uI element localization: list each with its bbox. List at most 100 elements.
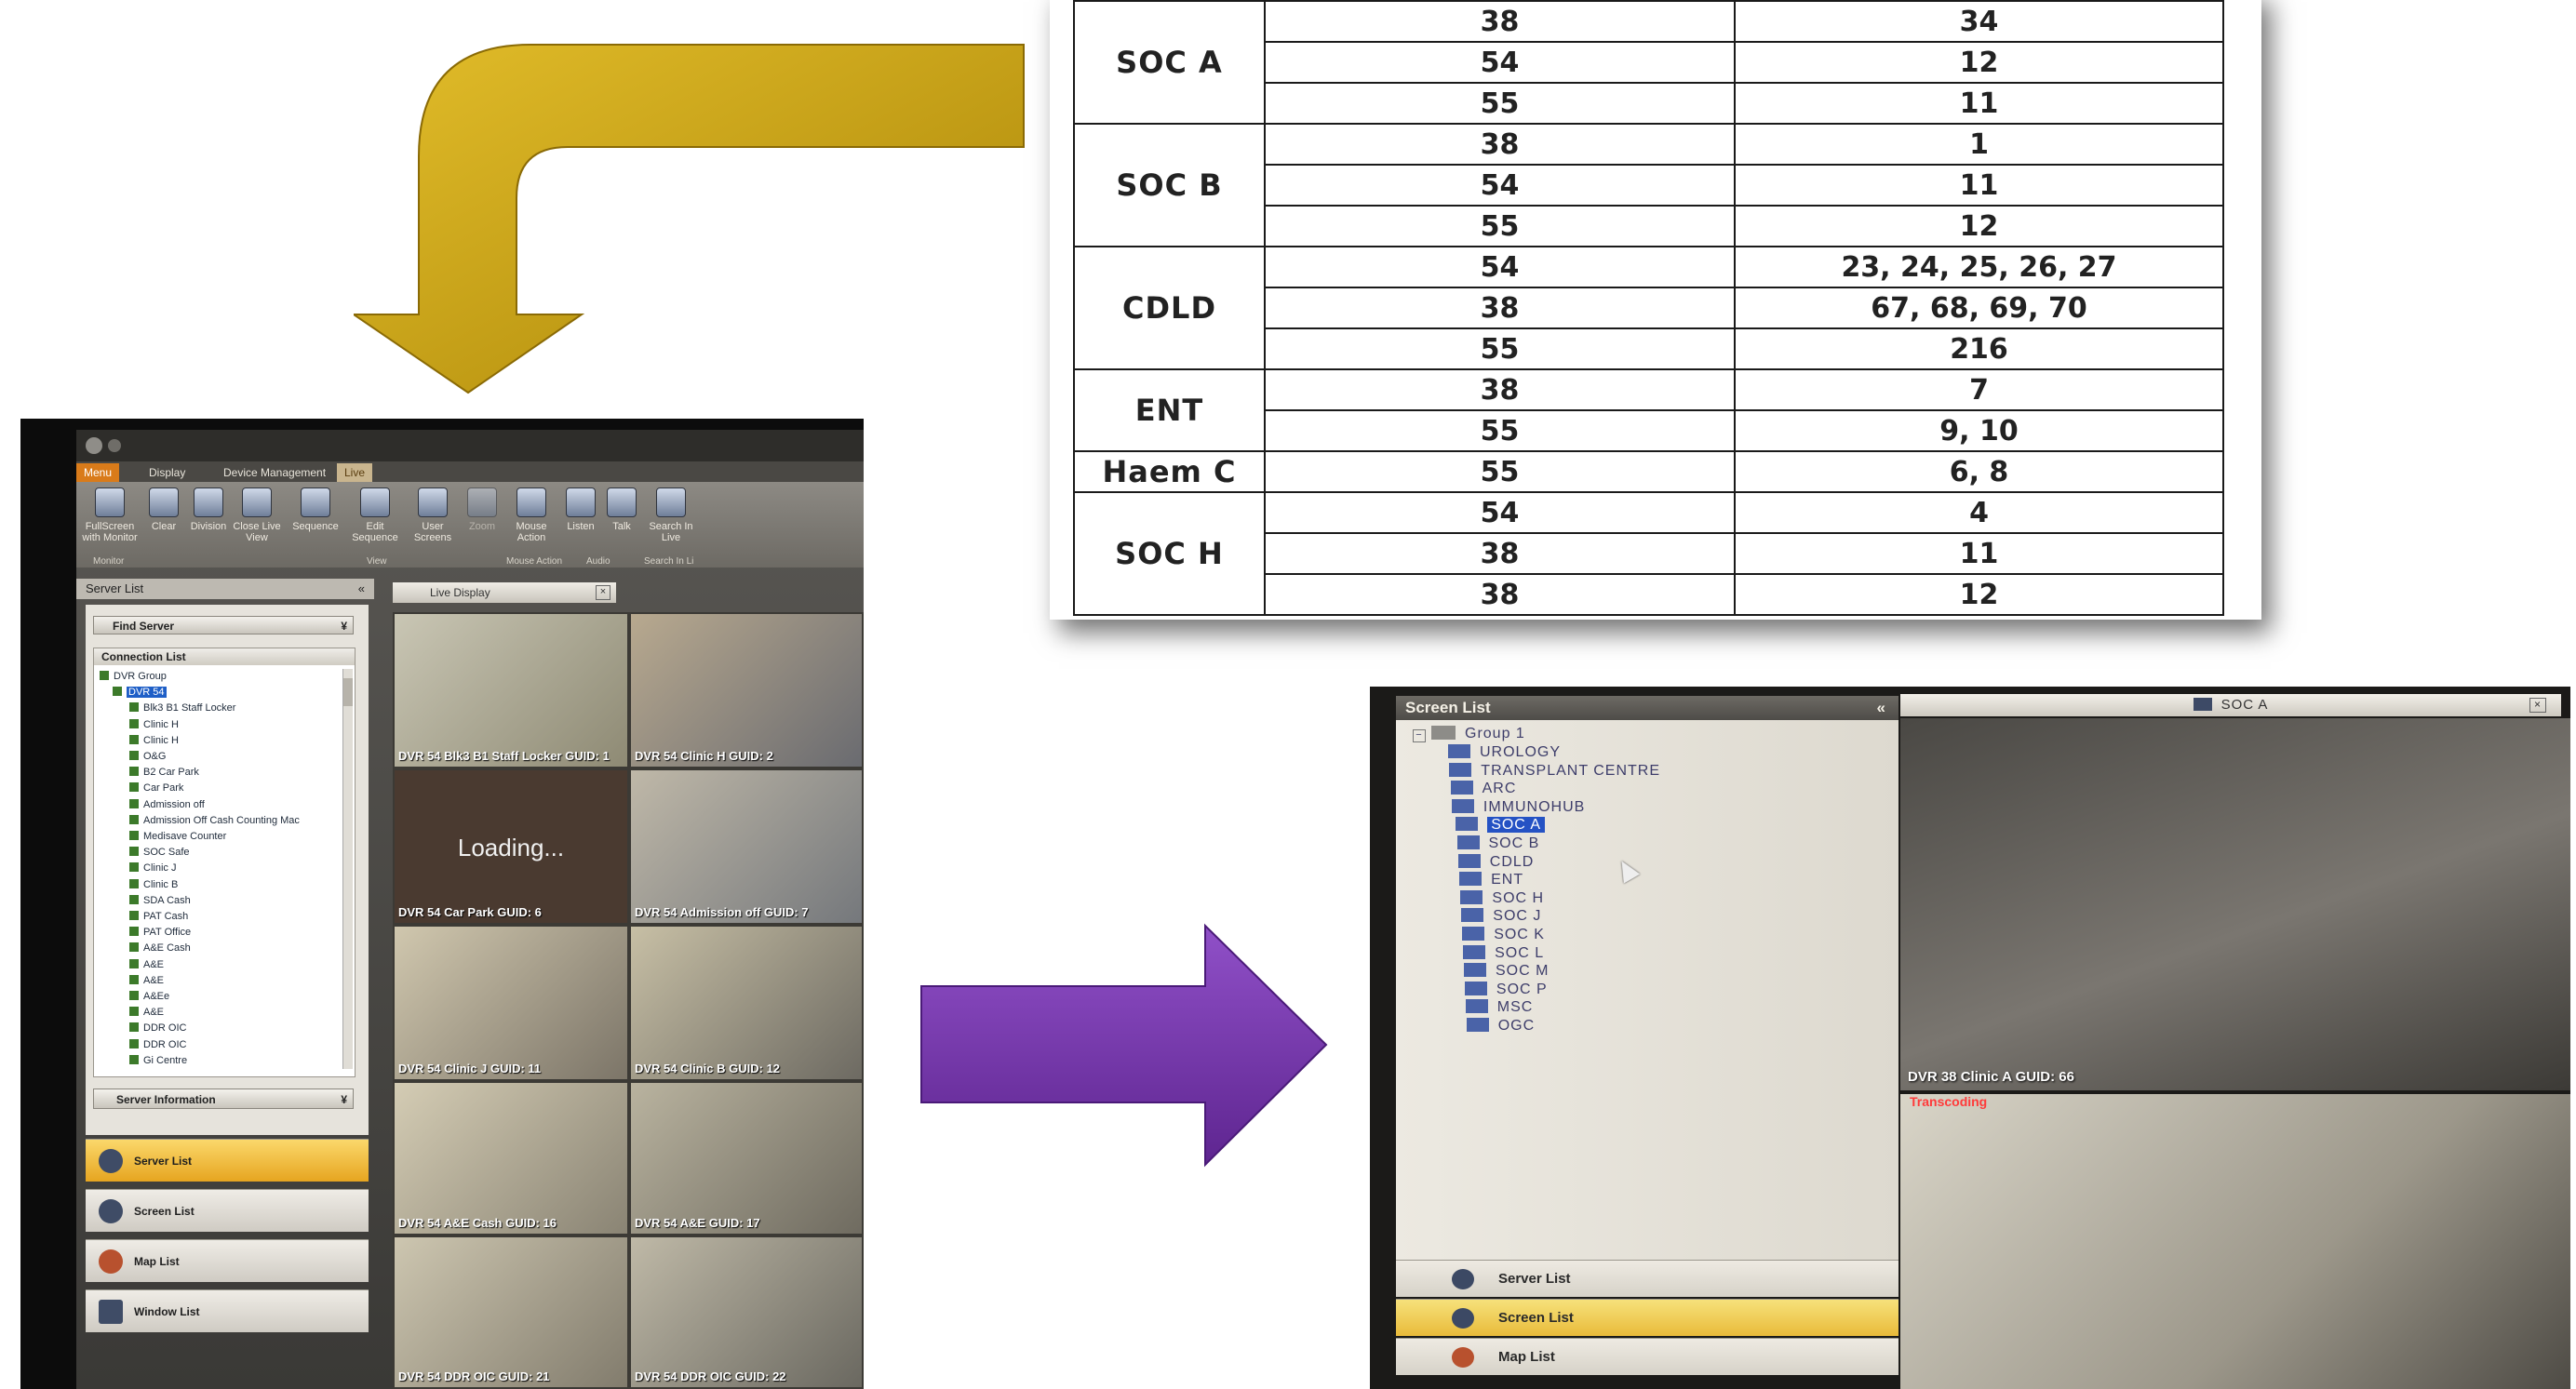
camera-tile[interactable]: Loading... DVR 54 Car Park GUID: 6: [393, 768, 629, 925]
search-in-live-button[interactable]: Search In Live: [646, 487, 696, 543]
tree-camera-node[interactable]: A&E: [129, 973, 164, 989]
tree-camera-node[interactable]: Car Park: [129, 781, 183, 796]
tree-camera-node[interactable]: Admission Off Cash Counting Mac: [129, 813, 300, 829]
live-display-tab[interactable]: Live Display ×: [393, 582, 616, 603]
tree-camera-node[interactable]: DDR OIC: [129, 1021, 186, 1036]
camera-icon: [129, 734, 139, 744]
nav-map-list[interactable]: Map List: [1396, 1338, 1898, 1375]
close-tab-icon[interactable]: ×: [2529, 698, 2546, 713]
tree-node-label: Clinic H: [143, 718, 179, 730]
tab-menu[interactable]: Menu: [76, 463, 120, 482]
tree-camera-node[interactable]: A&E: [129, 957, 164, 973]
listen-button[interactable]: Listen: [560, 487, 601, 532]
collapse-panel-icon[interactable]: «: [1877, 696, 1885, 720]
tree-camera-node[interactable]: Clinic B: [129, 877, 178, 893]
camera-tile[interactable]: DVR 54 Clinic J GUID: 11: [393, 925, 629, 1081]
fullscreen-button[interactable]: FullScreen with Monitor: [82, 487, 138, 543]
nav-screen-list[interactable]: Screen List: [86, 1189, 369, 1232]
collapse-panel-icon[interactable]: «: [358, 579, 365, 599]
screen-list-item[interactable]: MSC: [1465, 999, 1534, 1015]
mouse-action-button[interactable]: Mouse Action: [506, 487, 557, 543]
sequence-button[interactable]: Sequence: [288, 487, 342, 532]
screen-list-item[interactable]: SOC K: [1462, 927, 1545, 942]
tree-camera-node[interactable]: PAT Office: [129, 925, 191, 941]
camera-tile[interactable]: DVR 54 A&E GUID: 17: [629, 1081, 864, 1235]
camera-tile[interactable]: DVR 54 Clinic H GUID: 2: [629, 612, 864, 768]
scrollbar-thumb[interactable]: [343, 678, 353, 706]
nav-map-list[interactable]: Map List: [86, 1239, 369, 1282]
division-button[interactable]: Division: [186, 487, 231, 532]
tree-camera-node[interactable]: SDA Cash: [129, 893, 191, 909]
tree-camera-node[interactable]: Medisave Counter: [129, 829, 226, 845]
camera-icon: [129, 782, 139, 793]
camera-tile[interactable]: Transcoding: [1900, 1094, 2570, 1389]
camera-tile[interactable]: DVR 38 Clinic A GUID: 66: [1900, 718, 2570, 1090]
tab-live[interactable]: Live: [337, 463, 373, 482]
camera-tile[interactable]: DVR 54 DDR OIC GUID: 21: [393, 1235, 629, 1389]
nav-server-list-label: Server List: [134, 1155, 193, 1168]
screen-list-item[interactable]: SOC J: [1461, 908, 1541, 924]
screen-list-item[interactable]: SOC H: [1460, 889, 1544, 906]
edit-sequence-button[interactable]: Edit Sequence: [348, 487, 402, 543]
camera-tile[interactable]: DVR 54 A&E Cash GUID: 16: [393, 1081, 629, 1235]
close-live-view-button[interactable]: Close Live View: [231, 487, 283, 543]
nav-screen-list[interactable]: Screen List: [1396, 1299, 1898, 1336]
talk-button[interactable]: Talk: [601, 487, 642, 532]
tree-camera-node[interactable]: B2 Car Park: [129, 765, 199, 781]
tree-camera-node[interactable]: A&E: [129, 1005, 164, 1021]
screen-list-item[interactable]: OGC: [1466, 1018, 1535, 1034]
tree-camera-node[interactable]: A&E Cash: [129, 941, 191, 956]
tree-group-row[interactable]: − Group 1: [1413, 726, 1525, 742]
find-server-button[interactable]: Find Server ¥: [93, 616, 354, 634]
tree-camera-node[interactable]: PAT Cash: [129, 909, 188, 925]
camera-tile[interactable]: DVR 54 Clinic B GUID: 12: [629, 925, 864, 1081]
screen-list-item[interactable]: CDLD: [1457, 853, 1535, 870]
clear-button[interactable]: Clear: [141, 487, 186, 532]
camera-tile[interactable]: DVR 54 DDR OIC GUID: 22: [629, 1235, 864, 1389]
tree-dvr-node[interactable]: DVR 54: [113, 685, 167, 701]
screen-list-item[interactable]: SOC B: [1456, 835, 1540, 851]
tree-camera-node[interactable]: SOC Safe: [129, 845, 190, 861]
tree-camera-node[interactable]: Clinic H: [129, 717, 179, 733]
transcoding-label: Transcoding: [1910, 1094, 1988, 1109]
camera-tile[interactable]: DVR 54 Admission off GUID: 7: [629, 768, 864, 925]
screen-list-item[interactable]: ENT: [1459, 872, 1523, 888]
tree-scrollbar[interactable]: [342, 669, 353, 1069]
talk-label: Talk: [612, 521, 631, 532]
tree-camera-node[interactable]: Clinic H: [129, 733, 179, 749]
tree-camera-node[interactable]: A&Ee: [129, 989, 169, 1005]
tree-group-node[interactable]: DVR Group: [100, 669, 167, 685]
screen-list-item[interactable]: IMMUNOHUB: [1451, 798, 1585, 815]
dvr-icon: [100, 671, 109, 680]
map-list-icon: [99, 1249, 123, 1274]
close-tab-icon[interactable]: ×: [596, 585, 610, 600]
tree-node-label: DDR OIC: [143, 1022, 187, 1035]
screen-list-item[interactable]: SOC M: [1464, 963, 1549, 979]
screen-list-item[interactable]: SOC P: [1464, 981, 1548, 997]
tree-node-label: A&E: [143, 958, 165, 970]
camera-tile[interactable]: DVR 54 Blk3 B1 Staff Locker GUID: 1: [393, 612, 629, 768]
nav-window-list[interactable]: Window List: [86, 1289, 369, 1332]
screen-list-item[interactable]: UROLOGY: [1448, 744, 1561, 760]
division-grid-icon: [194, 487, 223, 517]
server-information-button[interactable]: Server Information ¥: [93, 1088, 354, 1109]
collapse-node-icon[interactable]: −: [1413, 729, 1426, 742]
tree-camera-node[interactable]: O&G: [129, 749, 166, 765]
nav-server-list[interactable]: Server List: [86, 1139, 369, 1182]
screen-list-item[interactable]: TRANSPLANT CENTRE: [1449, 762, 1660, 779]
zoom-button[interactable]: Zoom: [462, 487, 503, 532]
soc-a-view-tab[interactable]: SOC A ×: [1900, 694, 2561, 716]
user-screens-button[interactable]: User Screens: [408, 487, 458, 543]
nav-server-list[interactable]: Server List: [1396, 1260, 1898, 1297]
screen-list-item[interactable]: SOC A: [1456, 817, 1546, 834]
screen-list-item[interactable]: ARC: [1450, 781, 1517, 796]
tab-display[interactable]: Display: [141, 463, 193, 482]
camera-guid-cell: 1: [1734, 123, 2224, 166]
tree-camera-node[interactable]: Blk3 B1 Staff Locker: [129, 701, 235, 716]
tree-camera-node[interactable]: Gi Centre: [129, 1053, 187, 1069]
tree-camera-node[interactable]: DDR OIC: [129, 1037, 186, 1053]
tab-device-management[interactable]: Device Management: [216, 463, 333, 482]
screen-list-item[interactable]: SOC L: [1463, 944, 1544, 961]
tree-camera-node[interactable]: Clinic J: [129, 861, 176, 876]
tree-camera-node[interactable]: Admission off: [129, 797, 205, 813]
